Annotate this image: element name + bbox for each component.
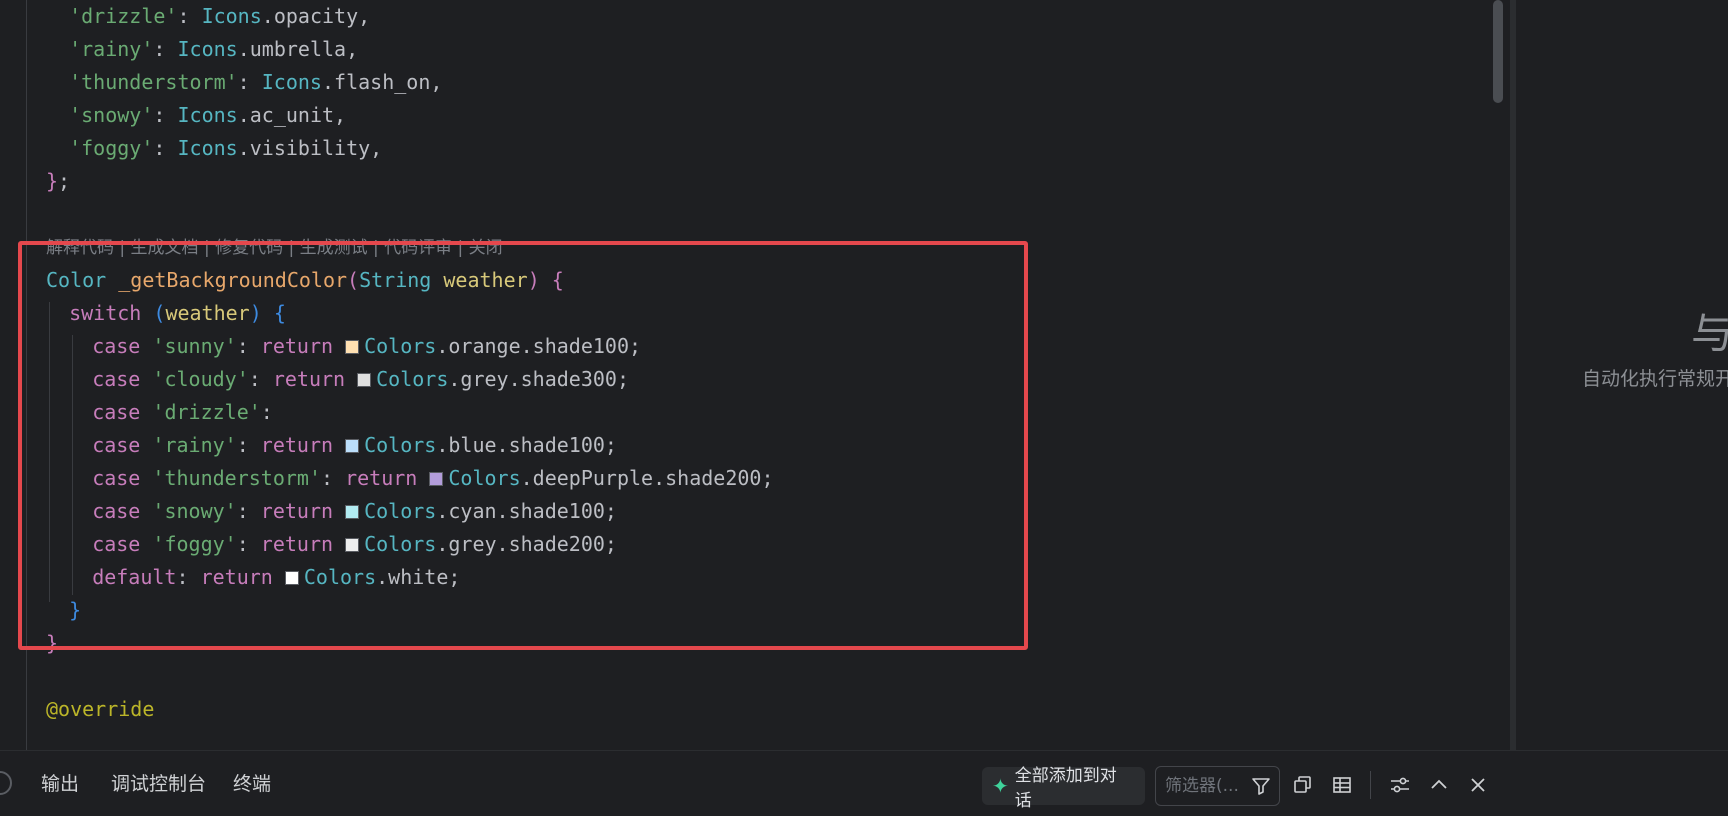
token: :: [153, 103, 178, 127]
token: ;: [58, 169, 71, 193]
filter-icon[interactable]: [1251, 776, 1271, 796]
close-icon[interactable]: [1462, 769, 1494, 801]
settings-sliders-icon[interactable]: [1384, 769, 1416, 801]
right-panel: 与 自动化执行常规开: [1516, 0, 1728, 750]
code-editor[interactable]: 'drizzle': Icons.opacity,'rainy': Icons.…: [0, 0, 1496, 750]
token: .flash_on,: [321, 70, 443, 94]
map-entry-line: 'foggy': Icons.visibility,: [69, 132, 382, 165]
panel-heading: 与: [1691, 309, 1728, 358]
filter-input[interactable]: [1156, 775, 1251, 797]
tab-output[interactable]: 输出: [41, 769, 79, 799]
highlight-box: [18, 241, 1028, 650]
string-literal: 'foggy': [69, 136, 154, 160]
map-close-line: };: [46, 165, 70, 198]
annotation-line: @override: [46, 693, 154, 726]
panel-subtitle: 自动化执行常规开: [1582, 368, 1728, 390]
map-entry-line: 'snowy': Icons.ac_unit,: [69, 99, 346, 132]
token: .visibility,: [237, 136, 383, 160]
token: :: [153, 136, 178, 160]
table-icon[interactable]: [1326, 769, 1358, 801]
scrollbar-thumb[interactable]: [1493, 0, 1503, 103]
toolbar-separator: [1370, 771, 1371, 799]
bottom-panel-bar: 输出 调试控制台 终端 ✦ 全部添加到对话: [0, 750, 1728, 816]
add-all-to-chat-button[interactable]: ✦ 全部添加到对话: [982, 766, 1145, 811]
add-all-label: 全部添加到对话: [1014, 766, 1117, 811]
tab-debug-console[interactable]: 调试控制台: [111, 769, 206, 799]
string-literal: 'drizzle': [69, 4, 178, 28]
annotation: @override: [46, 697, 155, 721]
class-name: Icons: [201, 4, 262, 28]
map-entry-line: 'thunderstorm': Icons.flash_on,: [69, 66, 442, 99]
map-entry-line: 'drizzle': Icons.opacity,: [69, 0, 370, 33]
map-entry-line: 'rainy': Icons.umbrella,: [69, 33, 358, 66]
copy-icon[interactable]: [1287, 769, 1319, 801]
token: :: [177, 4, 202, 28]
token: }: [46, 169, 59, 193]
chevron-up-icon[interactable]: [1423, 769, 1455, 801]
class-name: Icons: [177, 136, 238, 160]
class-name: Icons: [177, 103, 238, 127]
status-circle-icon[interactable]: [0, 771, 12, 795]
class-name: Icons: [261, 70, 322, 94]
token: .opacity,: [261, 4, 371, 28]
filter-box: [1155, 766, 1280, 806]
tab-terminal[interactable]: 终端: [233, 769, 271, 799]
token: :: [237, 70, 262, 94]
string-literal: 'rainy': [69, 37, 154, 61]
string-literal: 'thunderstorm': [69, 70, 238, 94]
token: :: [153, 37, 178, 61]
token: .umbrella,: [237, 37, 359, 61]
token: .ac_unit,: [237, 103, 347, 127]
string-literal: 'snowy': [69, 103, 154, 127]
class-name: Icons: [177, 37, 238, 61]
editor-scrollbar[interactable]: [1490, 0, 1506, 750]
sparkle-icon: ✦: [992, 774, 1009, 798]
